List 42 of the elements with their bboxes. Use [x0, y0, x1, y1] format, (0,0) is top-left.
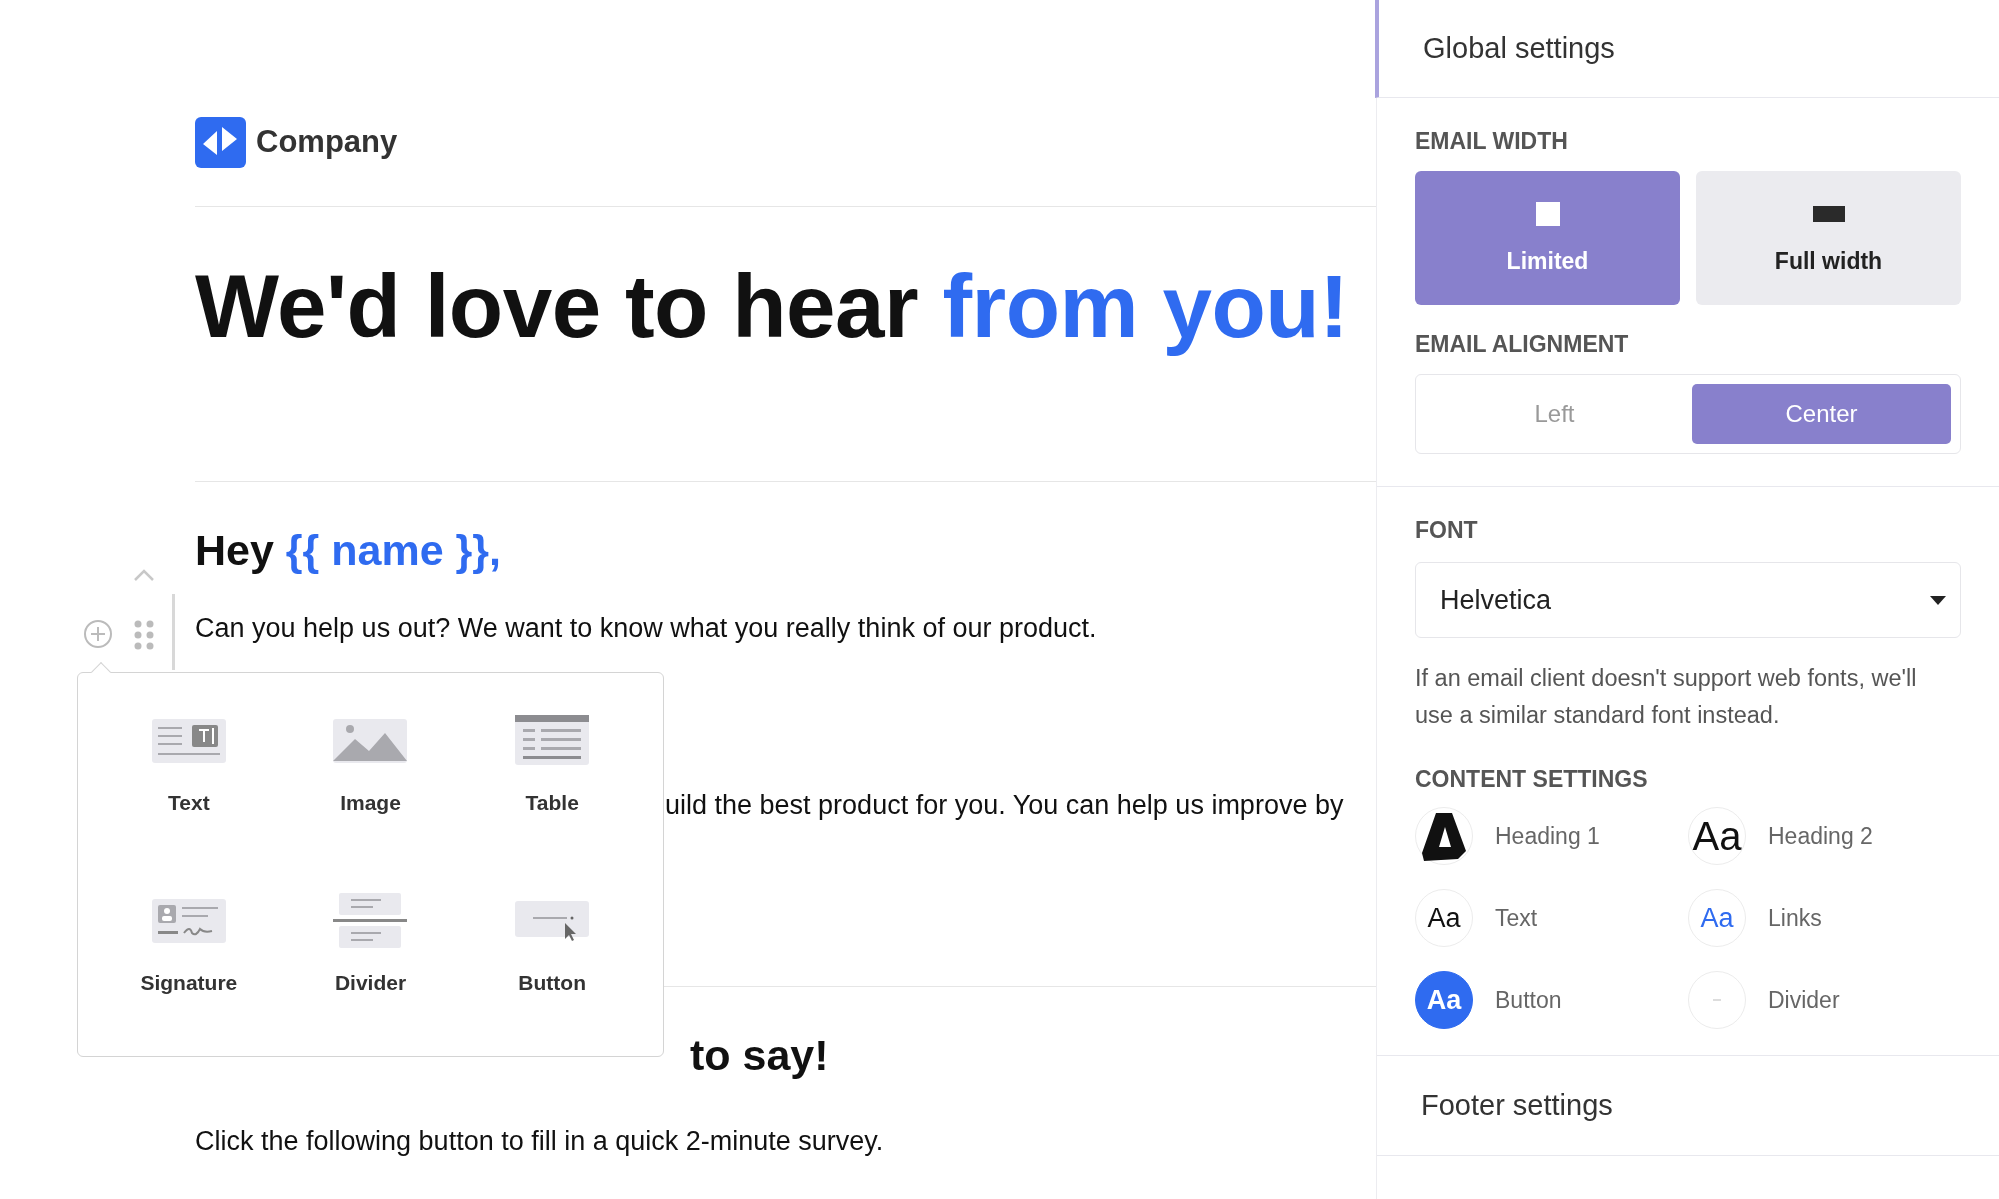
section-label: CONTENT SETTINGS — [1415, 766, 1649, 793]
content-style-option[interactable]: Aa Heading 2 — [1688, 807, 1961, 865]
survey-paragraph: Click the following button to fill in a quick 2-minute survey. — [195, 1126, 884, 1157]
block-option[interactable]: Text — [98, 713, 280, 857]
add-block-icon[interactable] — [83, 619, 113, 649]
block-option[interactable]: Image — [279, 713, 462, 857]
company-logo-icon — [195, 116, 246, 168]
chevron-up-icon[interactable] — [133, 568, 155, 582]
content-style-option[interactable]: Aa Links — [1688, 889, 1961, 947]
content-style-option[interactable]: Aa Text — [1415, 889, 1688, 947]
block-option[interactable]: Button — [461, 892, 643, 1036]
content-style-option[interactable]: Divider — [1688, 971, 1961, 1029]
section-label: EMAIL WIDTH — [1415, 128, 1569, 155]
wide-bar-icon — [1812, 205, 1845, 222]
company-name: Company — [256, 124, 398, 160]
email-headline: We'd love to hear from you! — [195, 255, 1350, 358]
style-sample: Aa — [1415, 971, 1473, 1029]
width-option[interactable]: Limited — [1415, 171, 1680, 305]
greeting-heading: Hey {{ name }}, — [195, 526, 502, 575]
section-heading: to say! — [690, 1031, 829, 1080]
section-label: EMAIL ALIGNMENT — [1415, 331, 1630, 358]
body-paragraph: uild the best product for you. You can help us improve by — [665, 790, 1344, 821]
font-help-text: If an email client doesn't support web fonts, we'll use a similar standard font instead. — [1415, 664, 1918, 730]
block-option[interactable]: Table — [461, 713, 643, 857]
alignment-option[interactable]: Center — [1692, 384, 1951, 444]
panel-title: Global settings — [1375, 0, 1999, 98]
width-option[interactable]: Full width — [1696, 171, 1961, 305]
style-sample: Aa — [1415, 889, 1473, 947]
intro-paragraph: Can you help us out? We want to know what you really think of our product. — [195, 613, 1097, 644]
square-icon — [1535, 201, 1560, 226]
footer-settings[interactable]: Footer settings — [1377, 1056, 1999, 1156]
style-sample: Aa — [1688, 889, 1746, 947]
drag-handle-icon[interactable] — [134, 620, 154, 650]
block-option[interactable]: Signature — [98, 892, 280, 1036]
content-style-option[interactable]: Aa Button — [1415, 971, 1688, 1029]
font-select[interactable]: Helvetica — [1415, 562, 1961, 638]
style-sample: Aa — [1688, 807, 1746, 865]
dropdown-caret-icon — [1930, 595, 1946, 605]
divider-block-icon — [333, 892, 408, 949]
content-style-option[interactable]: Heading 1 — [1415, 807, 1688, 865]
block-option[interactable]: Divider — [279, 892, 462, 1036]
section-label: FONT — [1415, 517, 1479, 544]
